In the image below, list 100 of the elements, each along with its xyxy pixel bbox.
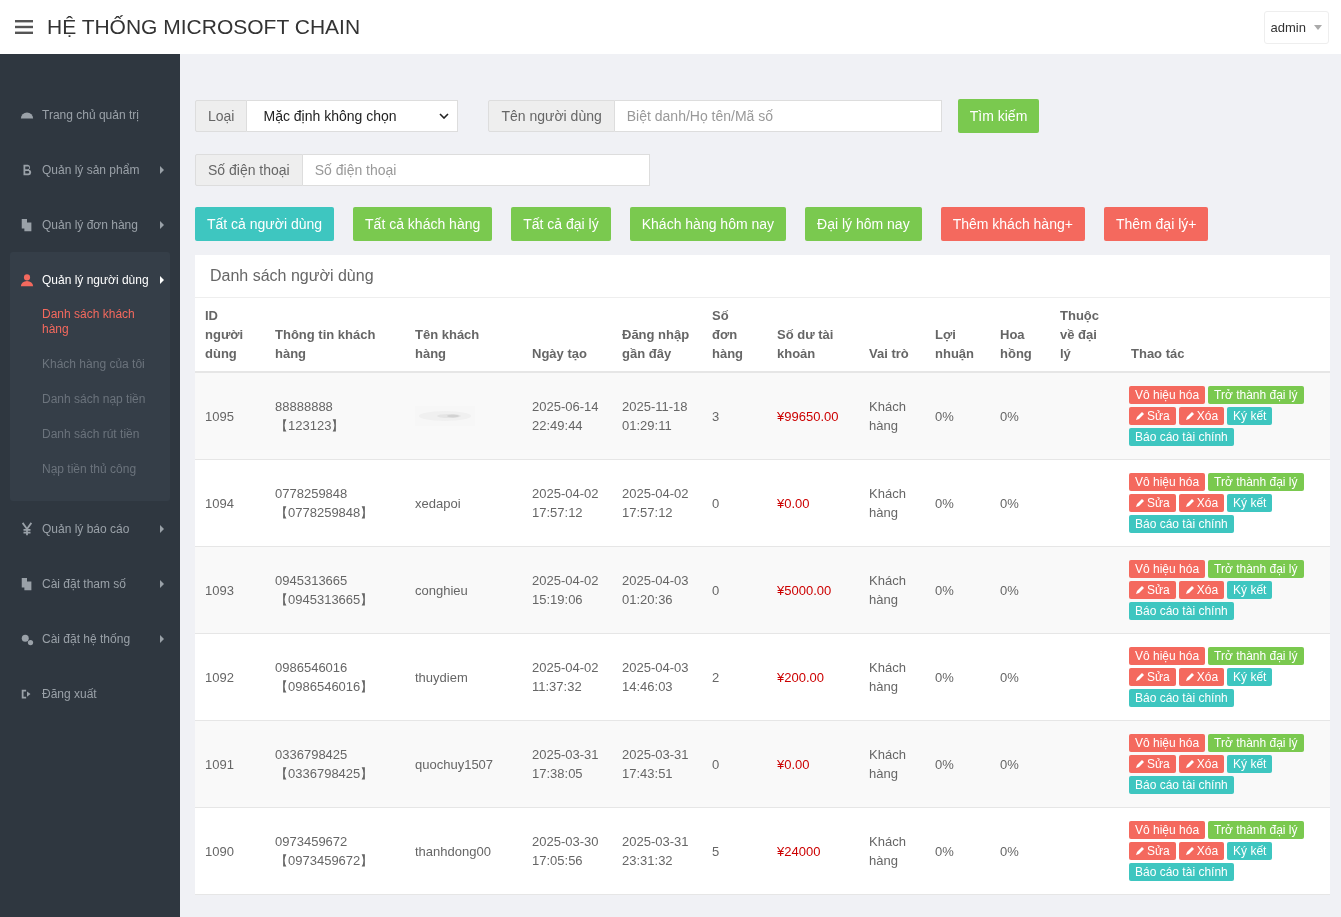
table-cell: 0778259848 【0778259848】	[265, 459, 405, 547]
pencil-icon	[1184, 411, 1195, 421]
action-button[interactable]: Xóa	[1178, 842, 1225, 860]
table-cell: ¥99650.00	[767, 372, 859, 460]
pencil-icon	[1135, 411, 1145, 421]
filter-button[interactable]: Khách hàng hôm nay	[629, 207, 787, 241]
action-button[interactable]: Vô hiệu hóa	[1129, 647, 1206, 665]
pencil-icon	[1184, 672, 1195, 682]
action-button[interactable]: Trở thành đại lý	[1208, 647, 1304, 665]
action-button[interactable]: Vô hiệu hóa	[1129, 821, 1206, 839]
sidebar-item[interactable]: Quản lý sản phẩm	[10, 142, 170, 197]
sidebar-item[interactable]: Trang chủ quản trị	[10, 87, 170, 142]
pencil-icon	[1184, 846, 1195, 856]
sidebar-item[interactable]: Cài đặt hệ thống	[10, 611, 170, 666]
action-button[interactable]: Vô hiệu hóa	[1129, 734, 1206, 752]
filter-button[interactable]: Tất cả người dùng	[195, 207, 335, 241]
table-cell: 0%	[990, 633, 1050, 721]
search-button[interactable]: Tìm kiếm	[957, 99, 1040, 133]
filter-button[interactable]: Đại lý hôm nay	[805, 207, 922, 241]
action-button[interactable]: Ký kết	[1227, 581, 1273, 599]
action-button[interactable]: Ký kết	[1227, 668, 1273, 686]
action-button[interactable]: Báo cáo tài chính	[1129, 428, 1234, 446]
sidebar-item[interactable]: Cài đặt tham số	[10, 556, 170, 611]
action-button[interactable]: Sửa	[1129, 842, 1176, 860]
table-cell: Khách hàng	[859, 633, 925, 721]
action-button[interactable]: Sửa	[1129, 494, 1176, 512]
sidebar-item[interactable]: Quản lý báo cáo	[10, 501, 170, 556]
table-cell: 2025-03-31 23:31:32	[612, 807, 702, 895]
arrow-icon	[160, 524, 164, 533]
pencil-icon	[1135, 846, 1145, 856]
action-button[interactable]: Vô hiệu hóa	[1129, 386, 1206, 404]
sidebar-item[interactable]: Quản lý người dùng	[10, 252, 170, 307]
table-cell: Khách hàng	[859, 372, 925, 460]
action-button[interactable]: Xóa	[1178, 581, 1225, 599]
table-cell: 2025-04-02 11:37:32	[522, 633, 612, 721]
filter-button[interactable]: Tất cả khách hàng	[353, 207, 493, 241]
table-cell: 1093	[195, 546, 265, 634]
pencil-icon	[1135, 498, 1145, 508]
table-cell: 0973459672 【0973459672】	[265, 807, 405, 895]
action-button[interactable]: Trở thành đại lý	[1208, 386, 1304, 404]
action-button[interactable]: Báo cáo tài chính	[1129, 515, 1234, 533]
documents-icon	[20, 576, 34, 591]
table-cell: ¥24000	[767, 807, 859, 895]
action-button[interactable]: Báo cáo tài chính	[1129, 863, 1234, 881]
action-button[interactable]: Sửa	[1129, 407, 1176, 425]
action-button[interactable]: Xóa	[1178, 668, 1225, 686]
action-button[interactable]: Ký kết	[1227, 494, 1273, 512]
menu-icon[interactable]	[15, 20, 33, 34]
action-button[interactable]: Ký kết	[1227, 842, 1273, 860]
action-button[interactable]: Sửa	[1129, 581, 1176, 599]
filter-button[interactable]: Tất cả đại lý	[511, 207, 611, 241]
action-button[interactable]: Vô hiệu hóa	[1129, 560, 1206, 578]
action-button[interactable]: Trở thành đại lý	[1208, 734, 1304, 752]
caret-icon	[1314, 24, 1322, 30]
app-title: HỆ THỐNG MICROSOFT CHAIN	[47, 15, 361, 39]
action-button[interactable]: Báo cáo tài chính	[1129, 689, 1234, 707]
filter-button[interactable]: Thêm đại lý+	[1103, 207, 1209, 241]
user-menu-button[interactable]: admin	[1263, 10, 1329, 44]
table-cell: 0%	[990, 807, 1050, 895]
action-button[interactable]: Ký kết	[1227, 755, 1273, 773]
table-cell: 1094	[195, 459, 265, 547]
action-button[interactable]: Báo cáo tài chính	[1129, 776, 1234, 794]
field-label: Số điện thoại	[195, 154, 303, 186]
action-button[interactable]: Báo cáo tài chính	[1129, 602, 1234, 620]
table-cell: 88888888 【123123】	[265, 372, 405, 460]
action-button[interactable]: Xóa	[1178, 755, 1225, 773]
action-button[interactable]: Trở thành đại lý	[1208, 821, 1304, 839]
submenu-item[interactable]: Danh sách khách hàng	[42, 307, 147, 337]
table-cell: 2025-06-14 22:49:44	[522, 372, 612, 460]
username-field[interactable]: Biệt danh/Họ tên/Mã số	[614, 100, 942, 132]
action-button[interactable]: Ký kết	[1227, 407, 1273, 425]
table-cell: 0986546016 【0986546016】	[265, 633, 405, 721]
table-cell: ¥200.00	[767, 633, 859, 721]
sidebar-item[interactable]: Quản lý đơn hàng	[10, 197, 170, 252]
chevron-icon	[439, 113, 450, 119]
action-button[interactable]: Vô hiệu hóa	[1129, 473, 1206, 491]
table-cell: Khách hàng	[859, 546, 925, 634]
table-cell: ¥0.00	[767, 720, 859, 808]
action-button[interactable]: Xóa	[1178, 494, 1225, 512]
table-cell: xedapoi	[405, 459, 522, 547]
table-cell: Khách hàng	[859, 459, 925, 547]
arrow-icon	[160, 165, 164, 174]
action-button[interactable]: Sửa	[1129, 755, 1176, 773]
type-select[interactable]: Mặc định không chọn	[247, 100, 459, 132]
phone-field[interactable]: Số điện thoại	[302, 154, 650, 186]
field-label: Loại	[195, 100, 248, 132]
filter-button[interactable]: Thêm khách hàng+	[940, 207, 1085, 241]
pencil-icon	[1184, 498, 1195, 508]
action-button[interactable]: Trở thành đại lý	[1208, 473, 1304, 491]
table-cell: 0%	[925, 372, 990, 460]
table-cell: 1092	[195, 633, 265, 721]
action-button[interactable]: Trở thành đại lý	[1208, 560, 1304, 578]
sidebar-item[interactable]: Đăng xuất	[10, 666, 170, 721]
table-cell: 0%	[925, 546, 990, 634]
table-cell: 0%	[925, 807, 990, 895]
table-cell: 0%	[990, 546, 1050, 634]
user-icon	[20, 272, 34, 287]
table-cell: Khách hàng	[859, 720, 925, 808]
action-button[interactable]: Sửa	[1129, 668, 1176, 686]
action-button[interactable]: Xóa	[1178, 407, 1225, 425]
